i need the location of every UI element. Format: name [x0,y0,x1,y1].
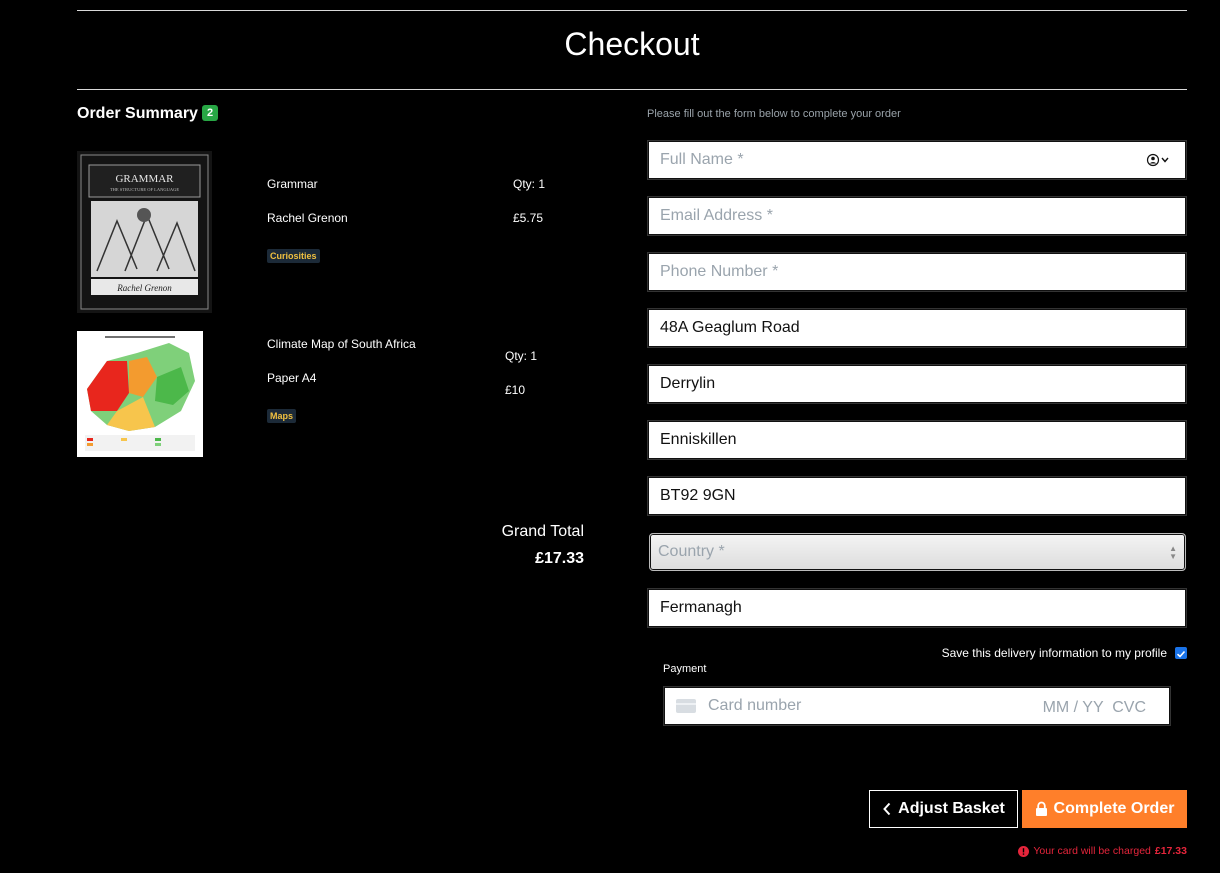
phone-field[interactable]: Phone Number * [647,252,1187,292]
item-price: £10 [505,383,526,397]
svg-text:THE STRUCTURE OF LANGUAGE: THE STRUCTURE OF LANGUAGE [110,187,179,192]
order-summary-heading: Order Summary 2 [77,105,219,123]
item-quantity: Qty: 1 [505,349,538,363]
expiry-cvc-placeholder: MM / YY CVC [1042,699,1146,716]
town-field[interactable]: Derrylin [647,364,1187,404]
item-category-tag: Curiosities [267,246,320,264]
item-subtitle: Paper A4 [267,371,317,385]
email-placeholder: Email Address * [660,207,773,224]
tag-label: Curiosities [267,249,320,263]
svg-text:Rachel Grenon: Rachel Grenon [116,283,172,293]
tag-label: Maps [267,409,297,423]
card-details-field[interactable]: Card number MM / YY CVC [663,686,1171,726]
form-intro: Please fill out the form below to comple… [647,108,901,120]
card-number-placeholder: Card number [708,697,802,714]
exclamation-circle-icon [1018,845,1030,857]
item-title: Grammar [267,177,318,191]
item-price: £5.75 [513,211,544,225]
charge-amount: £17.33 [1154,845,1187,857]
save-info-label: Save this delivery information to my pro… [941,646,1167,660]
postcode-value: BT92 9GN [660,487,736,504]
top-divider [77,10,1187,11]
charge-notice-text: Your card will be charged [1033,845,1151,857]
email-field[interactable]: Email Address * [647,196,1187,236]
product-thumbnail-grammar[interactable]: GRAMMAR THE STRUCTURE OF LANGUAGE Rachel… [77,151,212,313]
product-thumbnail-climate-map[interactable] [77,331,203,457]
header-divider [77,89,1187,90]
adjust-basket-label: Adjust Basket [898,800,1005,817]
town-value: Derrylin [660,375,716,392]
city-value: Enniskillen [660,431,737,448]
autofill-contact-icon[interactable] [1146,153,1172,172]
county-value: Fermanagh [660,599,742,616]
lock-icon [1035,801,1047,816]
payment-label: Payment [663,663,707,675]
full-name-placeholder: Full Name * [660,151,744,168]
order-summary-title: Order Summary [77,105,198,122]
complete-order-label: Complete Order [1053,800,1175,817]
charge-notice: Your card will be charged £17.33 [1018,845,1187,857]
item-title: Climate Map of South Africa [267,337,416,351]
complete-order-button[interactable]: Complete Order [1022,790,1187,828]
save-info-checkbox[interactable] [1175,647,1187,659]
svg-text:GRAMMAR: GRAMMAR [115,173,174,185]
full-name-field[interactable]: Full Name * [647,140,1187,180]
chevron-left-icon [883,802,891,816]
map-image [77,331,203,457]
item-category-tag: Maps [267,406,297,424]
grand-total-label: Grand Total [501,523,584,540]
card-icon [676,699,696,713]
book-cover-image: GRAMMAR THE STRUCTURE OF LANGUAGE Rachel… [77,151,212,313]
page-title: Checkout [564,26,700,62]
item-count-badge: 2 [201,105,219,121]
city-field[interactable]: Enniskillen [647,420,1187,460]
postcode-field[interactable]: BT92 9GN [647,476,1187,516]
item-subtitle: Rachel Grenon [267,211,348,225]
country-placeholder: Country * [658,543,725,560]
phone-placeholder: Phone Number * [660,263,779,280]
checkmark-icon [1176,650,1186,658]
street-address-value: 48A Geaglum Road [660,319,800,336]
country-select[interactable]: Country * ▲ ▼ [649,533,1186,571]
street-address-field[interactable]: 48A Geaglum Road [647,308,1187,348]
grand-total-amount: £17.33 [535,550,584,567]
item-quantity: Qty: 1 [513,177,546,191]
select-arrows-icon: ▲ ▼ [1169,544,1177,561]
county-field[interactable]: Fermanagh [647,588,1187,628]
adjust-basket-button[interactable]: Adjust Basket [869,790,1018,828]
